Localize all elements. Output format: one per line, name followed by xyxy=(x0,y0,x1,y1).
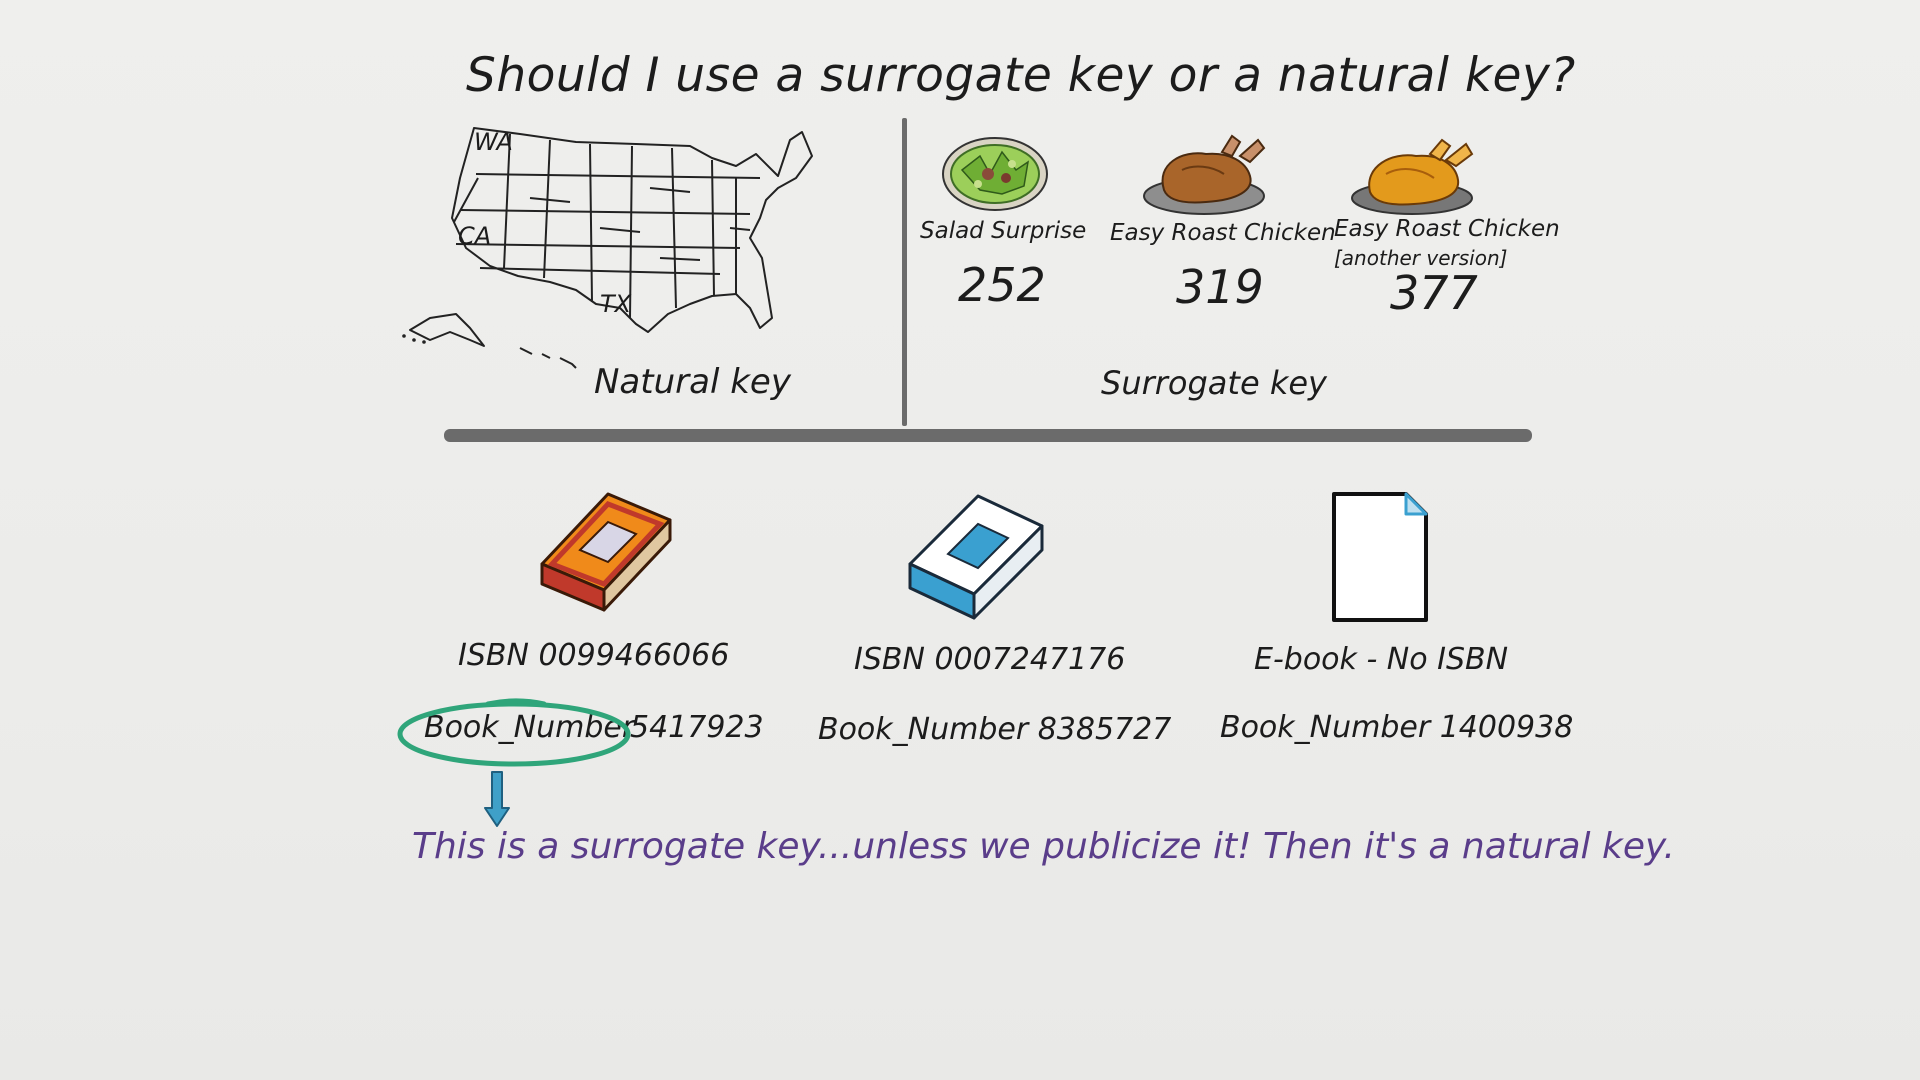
map-label-wa: WA xyxy=(474,128,513,156)
isbn-label-3: E-book - No ISBN xyxy=(1254,642,1509,677)
down-arrow-icon xyxy=(484,771,510,827)
surrogate-note: This is a surrogate key...unless we publ… xyxy=(412,826,1675,867)
dish-name-chicken: Easy Roast Chicken xyxy=(1110,220,1336,246)
map-label-ca: CA xyxy=(458,222,492,250)
document-icon xyxy=(1332,492,1428,622)
book-number-2: Book_Number 8385727 xyxy=(818,712,1172,747)
roast-chicken-icon-2 xyxy=(1351,138,1474,215)
isbn-label-1: ISBN 0099466066 xyxy=(458,638,730,673)
isbn-label-2: ISBN 0007247176 xyxy=(854,642,1126,677)
book-icon xyxy=(540,492,672,612)
dish-name-chicken-2: Easy Roast Chicken xyxy=(1334,216,1560,242)
vertical-divider xyxy=(902,118,907,426)
dish-name-salad: Salad Surprise xyxy=(920,218,1087,244)
horizontal-divider xyxy=(444,429,1532,442)
page-title: Should I use a surrogate key or a natura… xyxy=(466,48,1576,103)
map-label-tx: TX xyxy=(600,290,632,318)
highlight-circle xyxy=(397,698,631,767)
surrogate-key-label: Surrogate key xyxy=(1101,364,1327,402)
dish-number-chicken-2: 377 xyxy=(1390,266,1478,320)
salad-icon xyxy=(942,137,1048,211)
dish-number-chicken: 319 xyxy=(1176,260,1264,314)
roast-chicken-icon xyxy=(1143,134,1266,215)
natural-key-label: Natural key xyxy=(594,362,791,402)
book-number-3: Book_Number 1400938 xyxy=(1220,710,1574,745)
dish-number-salad: 252 xyxy=(958,258,1046,312)
book-icon-2 xyxy=(908,494,1044,620)
book-number-value-1: 5417923 xyxy=(630,710,764,745)
